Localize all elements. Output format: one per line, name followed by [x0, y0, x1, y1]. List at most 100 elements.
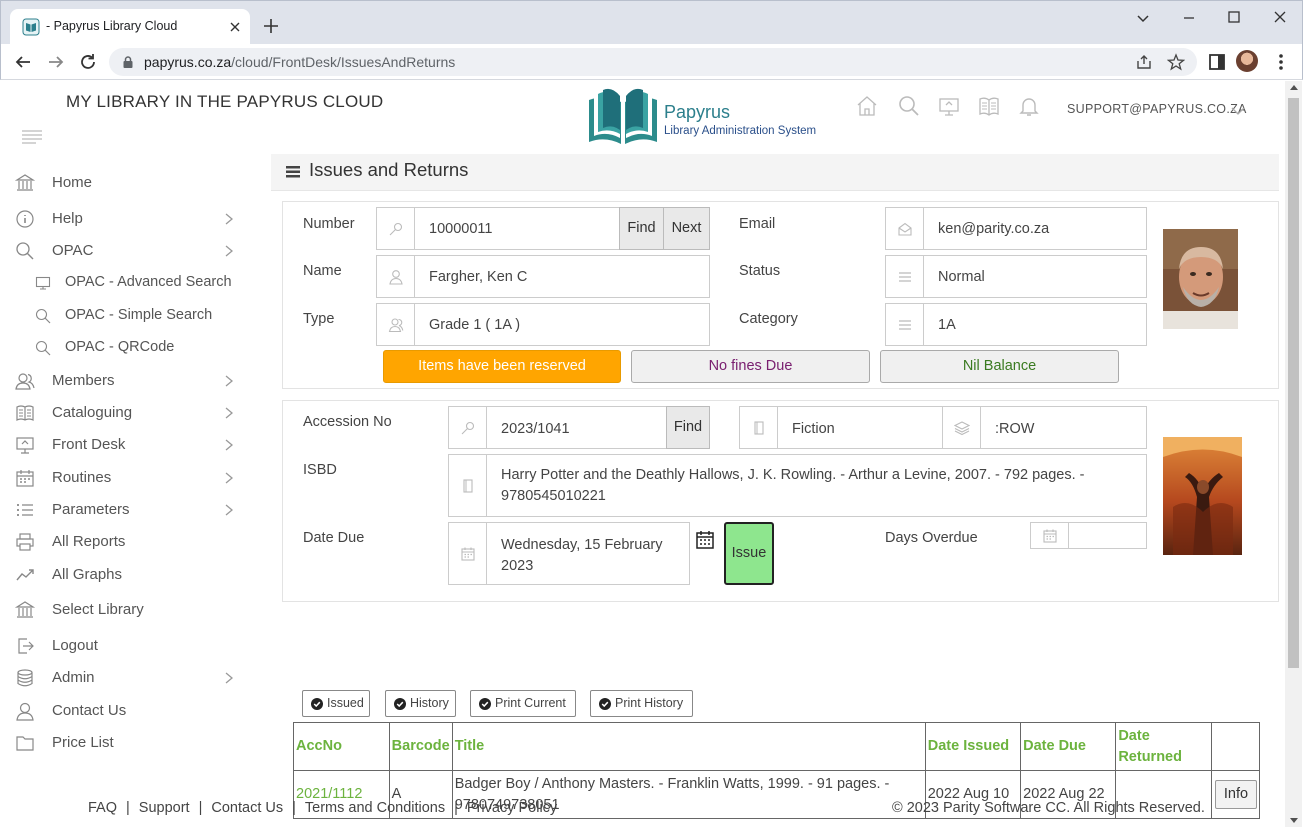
close-window-icon[interactable]: [1269, 7, 1291, 29]
member-number-field[interactable]: 10000011: [376, 207, 620, 250]
new-tab-icon[interactable]: [262, 17, 280, 35]
member-name-field[interactable]: Fargher, Ken C: [376, 255, 710, 298]
library-title: MY LIBRARY IN THE PAPYRUS CLOUD: [66, 92, 384, 111]
sidebar-item-help[interactable]: Help: [15, 207, 245, 231]
column-header-date-due[interactable]: Date Due: [1020, 722, 1117, 771]
print-history-button[interactable]: Print History: [590, 690, 693, 717]
lock-icon[interactable]: [121, 55, 135, 69]
sidebar-item-routines[interactable]: Routines: [15, 466, 245, 490]
scroll-down-arrow-icon[interactable]: [1290, 818, 1298, 823]
bell-icon[interactable]: [1017, 94, 1041, 118]
chevron-down-icon[interactable]: [1231, 106, 1245, 116]
maximize-icon[interactable]: [1223, 7, 1245, 29]
date-due-value: Wednesday, 15 February 2023: [501, 537, 663, 574]
sidebar-item-opac[interactable]: OPAC: [15, 239, 245, 263]
tab-search-chevron-icon[interactable]: [1132, 7, 1154, 29]
date-picker-icon[interactable]: [695, 530, 715, 550]
page-scrollbar[interactable]: [1285, 81, 1302, 827]
column-header-title[interactable]: Title: [451, 722, 926, 771]
url-field[interactable]: papyrus.co.za/cloud/FrontDesk/IssuesAndR…: [109, 48, 1197, 76]
check-circle-icon: [599, 698, 611, 710]
chevron-right-icon: [225, 407, 233, 419]
location-value: :ROW: [995, 421, 1035, 437]
browser-tab[interactable]: - Papyrus Library Cloud: [10, 9, 250, 45]
print-current-button[interactable]: Print Current: [470, 690, 576, 717]
member-type-field[interactable]: Grade 1 ( 1A ): [376, 303, 710, 346]
footer-link-support[interactable]: Support: [139, 800, 190, 816]
location-field[interactable]: :ROW: [942, 406, 1147, 449]
member-status-field[interactable]: Normal: [885, 255, 1147, 298]
column-header-date-issued[interactable]: Date Issued: [924, 722, 1022, 771]
find-member-button[interactable]: Find: [619, 207, 664, 250]
accession-field[interactable]: 2023/1041: [448, 406, 668, 449]
sidebar-item-price-list[interactable]: Price List: [15, 731, 245, 755]
forward-arrow-icon[interactable]: [46, 52, 66, 72]
sidebar-item-home[interactable]: Home: [15, 171, 245, 195]
footer-link-faq[interactable]: FAQ: [88, 800, 117, 816]
date-due-label: Date Due: [303, 530, 365, 546]
minimize-icon[interactable]: [1178, 7, 1200, 29]
sidebar-item-opac-simple[interactable]: OPAC - Simple Search: [35, 304, 255, 328]
scrollbar-thumb[interactable]: [1288, 98, 1299, 668]
history-filter-button[interactable]: History: [385, 690, 456, 717]
logo-name: Papyrus: [664, 102, 731, 122]
profile-avatar[interactable]: [1236, 50, 1258, 72]
sidebar-item-opac-qrcode[interactable]: OPAC - QRCode: [35, 336, 255, 360]
sidebar-item-opac-advanced[interactable]: OPAC - Advanced Search: [35, 271, 255, 295]
sidebar-item-contact-us[interactable]: Contact Us: [15, 699, 245, 723]
date-due-field[interactable]: Wednesday, 15 February 2023: [448, 522, 690, 585]
scroll-up-arrow-icon[interactable]: [1290, 85, 1298, 90]
genre-field[interactable]: Fiction: [739, 406, 945, 449]
member-email-field[interactable]: ken@parity.co.za: [885, 207, 1147, 250]
front-desk-icon[interactable]: [937, 94, 961, 118]
sidebar-item-cataloguing[interactable]: Cataloguing: [15, 401, 245, 425]
member-category-field[interactable]: 1A: [885, 303, 1147, 346]
sidebar-item-select-library[interactable]: Select Library: [15, 598, 245, 622]
menu-kebab-icon[interactable]: [1271, 52, 1291, 72]
sidebar-item-members[interactable]: Members: [15, 369, 245, 393]
column-header-barcode[interactable]: Barcode: [388, 722, 453, 771]
isbd-field[interactable]: Harry Potter and the Deathly Hallows, J.…: [448, 454, 1147, 517]
sidebar-item-all-graphs[interactable]: All Graphs: [15, 563, 245, 587]
issued-filter-button[interactable]: Issued: [302, 690, 370, 717]
column-header-date-returned[interactable]: Date Returned: [1115, 722, 1212, 771]
sidebar-item-front-desk[interactable]: Front Desk: [15, 433, 245, 457]
back-arrow-icon[interactable]: [13, 52, 33, 72]
papyrus-logo[interactable]: Papyrus Library Administration System: [585, 86, 835, 146]
side-panel-icon[interactable]: [1207, 52, 1227, 72]
chevron-right-icon: [225, 213, 233, 225]
footer-link-contact-us[interactable]: Contact Us: [211, 800, 283, 816]
sidebar-item-all-reports[interactable]: All Reports: [15, 530, 245, 554]
footer-separator: |: [454, 800, 458, 816]
footer-link-terms[interactable]: Terms and Conditions: [305, 800, 445, 816]
user-email[interactable]: SUPPORT@PAPYRUS.CO.ZA: [1067, 102, 1247, 116]
check-circle-icon: [311, 698, 323, 710]
search-icon[interactable]: [897, 94, 921, 118]
fines-status-button[interactable]: No fines Due: [631, 350, 870, 383]
issue-button[interactable]: Issue: [724, 522, 774, 585]
filter-label: History: [410, 696, 449, 710]
check-circle-icon: [394, 698, 406, 710]
home-icon[interactable]: [855, 94, 879, 118]
hamburger-menu-icon[interactable]: [22, 130, 42, 144]
footer-links: FAQ | Support | Contact Us | Terms and Conditi…: [88, 800, 557, 816]
sidebar-item-parameters[interactable]: Parameters: [15, 498, 245, 522]
close-tab-icon[interactable]: [227, 19, 243, 35]
book-icon: [15, 403, 35, 423]
next-member-button[interactable]: Next: [663, 207, 710, 250]
bookmark-star-icon[interactable]: [1167, 53, 1185, 71]
reserved-items-button[interactable]: Items have been reserved: [383, 350, 621, 383]
balance-status-button[interactable]: Nil Balance: [880, 350, 1119, 383]
sidebar-item-admin[interactable]: Admin: [15, 666, 245, 690]
column-header-accno[interactable]: AccNo: [293, 722, 390, 771]
member-number-value: 10000011: [429, 221, 493, 237]
desk-icon: [15, 435, 35, 455]
days-overdue-field[interactable]: [1030, 522, 1147, 549]
info-button[interactable]: Info: [1214, 780, 1257, 809]
share-icon[interactable]: [1135, 53, 1153, 71]
find-item-button[interactable]: Find: [666, 406, 710, 449]
footer-link-privacy[interactable]: Privacy Policy: [467, 800, 557, 816]
catalogue-book-icon[interactable]: [977, 94, 1001, 118]
sidebar-item-logout[interactable]: Logout: [15, 634, 245, 658]
reload-icon[interactable]: [78, 52, 98, 72]
